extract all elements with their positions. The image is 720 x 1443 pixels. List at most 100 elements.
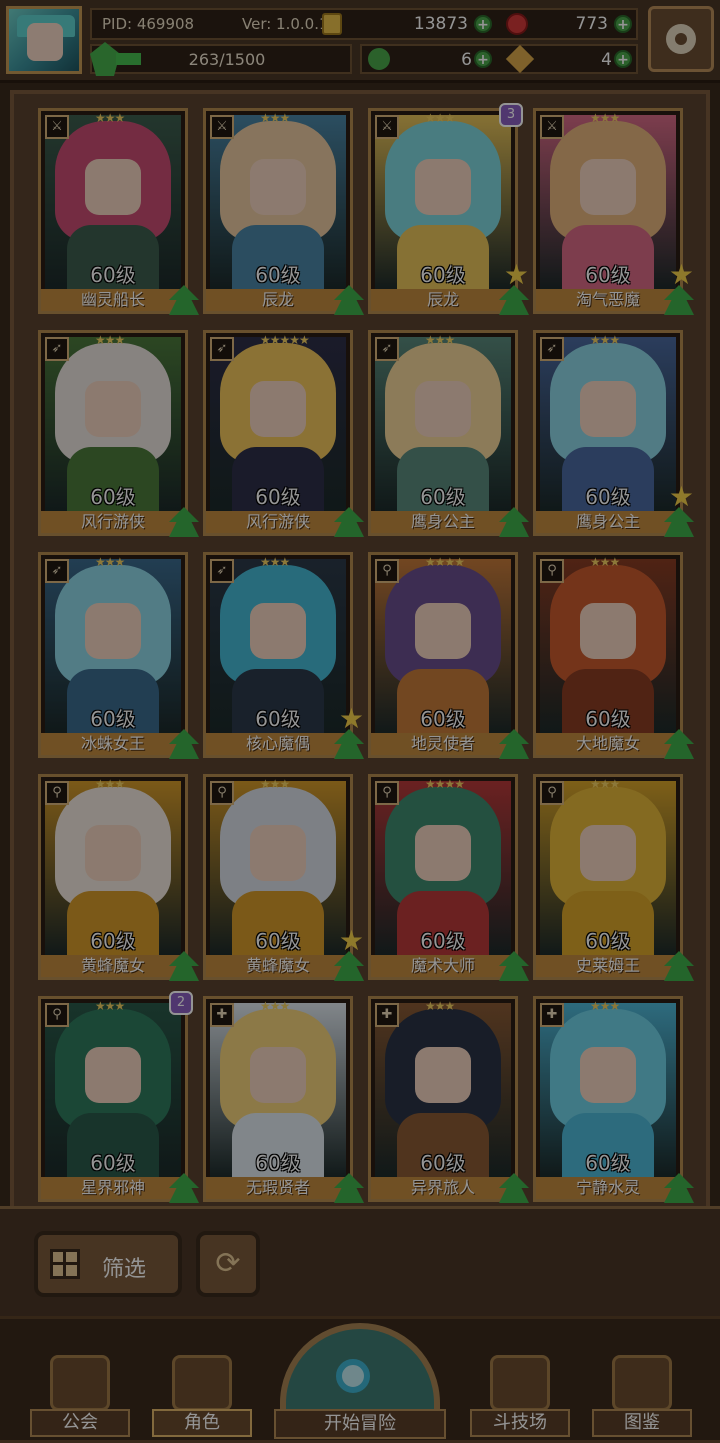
character-name: 宁静水灵 bbox=[536, 1177, 680, 1199]
character-level: 60级 bbox=[255, 929, 301, 953]
portrait-face bbox=[85, 825, 141, 881]
nav-guild[interactable]: 公会 bbox=[30, 1347, 130, 1437]
character-name: 黄蜂魔女 bbox=[41, 955, 185, 977]
nav-character[interactable]: 角色 bbox=[152, 1347, 252, 1437]
nav-arena[interactable]: 斗技场 bbox=[470, 1347, 570, 1437]
character-level: 60级 bbox=[585, 485, 631, 509]
character-card[interactable]: ➶ ★★★★★ 60级 风行游侠 bbox=[203, 330, 364, 537]
coin-count: 13873 bbox=[413, 14, 468, 34]
stamina-fill bbox=[116, 53, 141, 65]
rarity-stars: ★★★★★ bbox=[260, 333, 310, 347]
character-name: 核心魔偶 bbox=[206, 733, 350, 755]
character-card[interactable]: ➶ ★★★ 60级 冰蛛女王 bbox=[38, 552, 199, 759]
add-gems-button[interactable]: + bbox=[614, 15, 632, 33]
rarity-stars: ★★★ bbox=[425, 999, 455, 1013]
character-name: 风行游侠 bbox=[41, 511, 185, 533]
filter-label: 筛选 bbox=[102, 1257, 147, 1282]
character-card[interactable]: ⚲ ★★★★ 60级 地灵使者 bbox=[368, 552, 529, 759]
rarity-stars: ★★★ bbox=[260, 111, 290, 125]
awaken-badge: 3 bbox=[499, 103, 523, 127]
portrait-face bbox=[415, 381, 471, 437]
character-card[interactable]: ⚲ ★★★★ 60级 魔术大师 bbox=[368, 774, 529, 981]
bow-icon: ➶ bbox=[45, 337, 69, 361]
player-avatar[interactable] bbox=[6, 6, 82, 74]
character-card[interactable]: ⚲ ★★★ 60级 史莱姆王 bbox=[533, 774, 694, 981]
character-card[interactable]: ⚔ ★★★ 60级 淘气恶魔 ★ bbox=[533, 108, 694, 315]
guild-building-icon bbox=[50, 1355, 110, 1411]
rarity-stars: ★★★ bbox=[590, 111, 620, 125]
gem-count: 773 bbox=[575, 14, 608, 34]
roster-toolbar: 筛选 ⟳ bbox=[0, 1206, 720, 1319]
character-card[interactable]: ⚔ ★★★ 60级 辰龙 ★ 3 bbox=[368, 103, 529, 315]
rarity-stars: ★★★ bbox=[260, 777, 290, 791]
stamina-value: 263/1500 bbox=[188, 50, 266, 69]
character-name: 黄蜂魔女 bbox=[206, 955, 350, 977]
bow-icon: ➶ bbox=[210, 559, 234, 583]
character-card[interactable]: ➶ ★★★ 60级 鹰身公主 bbox=[368, 330, 529, 537]
rarity-stars: ★★★ bbox=[95, 777, 125, 791]
gem-icon bbox=[506, 13, 528, 35]
character-name: 星界邪神 bbox=[41, 1177, 185, 1199]
sword-icon: ⚔ bbox=[375, 115, 399, 139]
sword-icon: ⚔ bbox=[45, 115, 69, 139]
portrait-face bbox=[250, 159, 306, 215]
clover-count: 6 bbox=[461, 50, 472, 70]
nav-start-adventure[interactable]: 开始冒险 bbox=[274, 1319, 446, 1443]
character-card[interactable]: ⚲ ★★★ 60级 黄蜂魔女 bbox=[38, 774, 199, 981]
bow-icon: ➶ bbox=[375, 337, 399, 361]
portrait-face bbox=[415, 603, 471, 659]
secondary-resources: 6 + 4 + bbox=[360, 44, 638, 74]
portrait-face bbox=[250, 603, 306, 659]
character-card[interactable]: ⚔ ★★★ 60级 辰龙 bbox=[203, 108, 364, 315]
character-level: 60级 bbox=[420, 707, 466, 731]
avatar-face bbox=[27, 23, 63, 61]
character-level: 60级 bbox=[90, 263, 136, 287]
character-card[interactable]: ⚲ ★★★ 60级 大地魔女 bbox=[533, 552, 694, 759]
rarity-stars: ★★★ bbox=[260, 999, 290, 1013]
portrait-face bbox=[580, 1047, 636, 1103]
nav-codex[interactable]: 图鉴 bbox=[592, 1347, 692, 1437]
coin-icon bbox=[322, 13, 342, 35]
add-coins-button[interactable]: + bbox=[474, 15, 492, 33]
staff-icon: ⚲ bbox=[45, 1003, 69, 1027]
bow-icon: ➶ bbox=[540, 337, 564, 361]
filter-button[interactable]: 筛选 bbox=[34, 1231, 182, 1297]
character-icon bbox=[172, 1355, 232, 1411]
staff-icon: ⚲ bbox=[540, 781, 564, 805]
portrait-face bbox=[85, 1047, 141, 1103]
portrait-face bbox=[580, 381, 636, 437]
character-level: 60级 bbox=[90, 929, 136, 953]
character-card[interactable]: ➶ ★★★ 60级 核心魔偶 ★ bbox=[203, 552, 364, 759]
character-card[interactable]: ⚲ ★★★ 60级 黄蜂魔女 ★ bbox=[203, 774, 364, 981]
add-clovers-button[interactable]: + bbox=[474, 50, 492, 68]
top-bar: PID: 469908 Ver: 1.0.0.10 13873 + 773 + … bbox=[0, 0, 720, 83]
refresh-button[interactable]: ⟳ bbox=[196, 1231, 260, 1297]
character-level: 60级 bbox=[585, 929, 631, 953]
awaken-badge: 2 bbox=[169, 991, 193, 1015]
cross-icon: ✚ bbox=[210, 1003, 234, 1027]
character-card[interactable]: ✚ ★★★ 60级 无瑕贤者 bbox=[203, 996, 364, 1203]
character-card[interactable]: ➶ ★★★ 60级 风行游侠 bbox=[38, 330, 199, 537]
portrait-face bbox=[85, 603, 141, 659]
character-card[interactable]: ⚔ ★★★ 60级 幽灵船长 bbox=[38, 108, 199, 315]
character-level: 60级 bbox=[255, 1151, 301, 1175]
character-card[interactable]: ✚ ★★★ 60级 宁静水灵 bbox=[533, 996, 694, 1203]
rarity-stars: ★★★★ bbox=[425, 555, 465, 569]
portrait-face bbox=[85, 159, 141, 215]
staff-icon: ⚲ bbox=[210, 781, 234, 805]
gold-star-icon: ★ bbox=[668, 258, 694, 291]
character-card[interactable]: ⚲ ★★★ 60级 星界邪神 2 bbox=[38, 991, 199, 1203]
stamina-bar: 263/1500 bbox=[90, 42, 352, 76]
character-level: 60级 bbox=[90, 1151, 136, 1175]
character-roster-panel: ⚔ ★★★ 60级 幽灵船长 ⚔ ★★★ 60级 辰龙 ⚔ ★★★ 60级 辰龙 ★ 3 ⚔ ★★★ 60级 淘气… bbox=[10, 90, 710, 1210]
character-name: 史莱姆王 bbox=[536, 955, 680, 977]
character-level: 60级 bbox=[90, 485, 136, 509]
character-card[interactable]: ✚ ★★★ 60级 异界旅人 bbox=[368, 996, 529, 1203]
rarity-stars: ★★★ bbox=[590, 999, 620, 1013]
character-level: 60级 bbox=[420, 929, 466, 953]
settings-button[interactable] bbox=[648, 6, 714, 72]
character-level: 60级 bbox=[420, 263, 466, 287]
add-keys-button[interactable]: + bbox=[614, 50, 632, 68]
character-card[interactable]: ➶ ★★★ 60级 鹰身公主 ★ bbox=[533, 330, 694, 537]
staff-icon: ⚲ bbox=[45, 781, 69, 805]
